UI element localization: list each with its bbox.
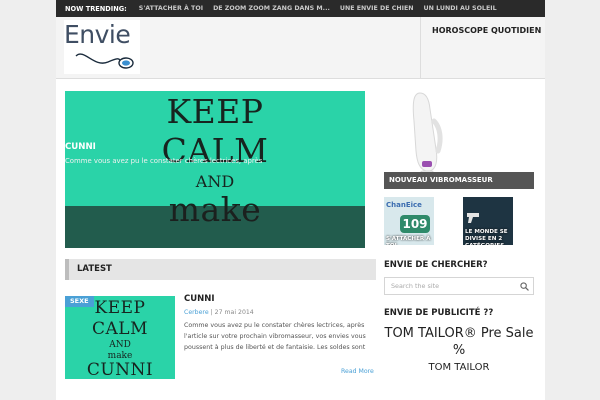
sidebar-thumb-attacher[interactable]: ChanEice 109 S'ATTACHER À TOI xyxy=(384,197,434,245)
ad-text[interactable]: TOM TAILOR® Pre Sale % xyxy=(384,325,534,359)
search-box xyxy=(384,277,534,295)
post-poster-cunni: CUNNI xyxy=(86,360,154,379)
featured-overlay xyxy=(65,206,365,248)
trending-item-1[interactable]: S'ATTACHER À TOI xyxy=(139,5,203,12)
ad-subtext[interactable]: TOM TAILOR xyxy=(384,361,534,375)
search-button[interactable] xyxy=(516,278,533,294)
trending-item-3[interactable]: UNE ENVIE DE CHIEN xyxy=(340,5,414,12)
search-icon xyxy=(520,281,529,291)
latest-section-header: LATEST xyxy=(65,259,376,280)
site-logo[interactable]: Envie xyxy=(64,20,140,74)
post-excerpt: Comme vous avez pu le constater chères l… xyxy=(184,322,366,351)
trending-bar: NOW TRENDING: S'ATTACHER À TOI DE ZOOM Z… xyxy=(56,0,545,17)
nav-divider xyxy=(420,17,421,79)
mouse-cable-icon xyxy=(75,53,134,69)
post-poster-calm: CALM xyxy=(92,319,148,339)
trending-item-4[interactable]: UN LUNDI AU SOLEIL xyxy=(424,5,497,12)
ad-block[interactable]: TOM TAILOR® Pre Sale % TOM TAILOR xyxy=(384,325,534,375)
trending-item-2[interactable]: DE ZOOM ZOOM ZANG DANS M... xyxy=(213,5,330,12)
site-header: Envie HOROSCOPE QUOTIDIEN xyxy=(56,17,545,79)
search-input[interactable] xyxy=(385,278,515,294)
logo-text: Envie xyxy=(64,20,131,49)
sidebar-featured-label[interactable]: NOUVEAU VIBROMASSEUR xyxy=(384,172,534,189)
read-more-link[interactable]: Read More xyxy=(341,368,374,375)
page-container: Envie HOROSCOPE QUOTIDIEN KEEP CALM AND … xyxy=(56,17,545,400)
post-date: 27 mai 2014 xyxy=(214,309,254,316)
thumb-a-caption: S'ATTACHER À TOI xyxy=(386,236,431,245)
trending-label: NOW TRENDING: xyxy=(65,4,127,13)
sidebar-thumb-monde[interactable]: LE MONDE SE DIVISE EN 2 CATÉGORIES xyxy=(463,197,513,245)
category-badge[interactable]: SEXE xyxy=(65,296,94,307)
featured-excerpt: Comme vous avez pu le constater chères l… xyxy=(65,157,263,165)
thumb-a-word: ChanEice xyxy=(386,201,422,209)
ad-heading: ENVIE DE PUBLICITÉ ?? xyxy=(384,308,494,318)
thumb-a-badge: 109 xyxy=(400,215,430,233)
search-heading: ENVIE DE CHERCHER? xyxy=(384,260,488,270)
post-poster-and: AND xyxy=(109,340,131,350)
post-title[interactable]: CUNNI xyxy=(184,294,215,304)
thumb-b-caption: LE MONDE SE DIVISE EN 2 CATÉGORIES xyxy=(465,229,508,245)
nav-horoscope[interactable]: HOROSCOPE QUOTIDIEN xyxy=(432,26,541,35)
post-meta: Cerbere | 27 mai 2014 xyxy=(184,309,254,316)
featured-post[interactable]: KEEP CALM AND make xyxy=(65,91,365,248)
post-author[interactable]: Cerbere xyxy=(184,309,209,316)
featured-title[interactable]: CUNNI xyxy=(65,142,96,152)
post-poster: KEEP CALM AND make CUNNI xyxy=(65,296,175,379)
latest-label: LATEST xyxy=(77,264,112,274)
poster-line-keep: KEEP xyxy=(166,92,264,131)
post-thumbnail[interactable]: KEEP CALM AND make CUNNI SEXE xyxy=(65,296,175,379)
